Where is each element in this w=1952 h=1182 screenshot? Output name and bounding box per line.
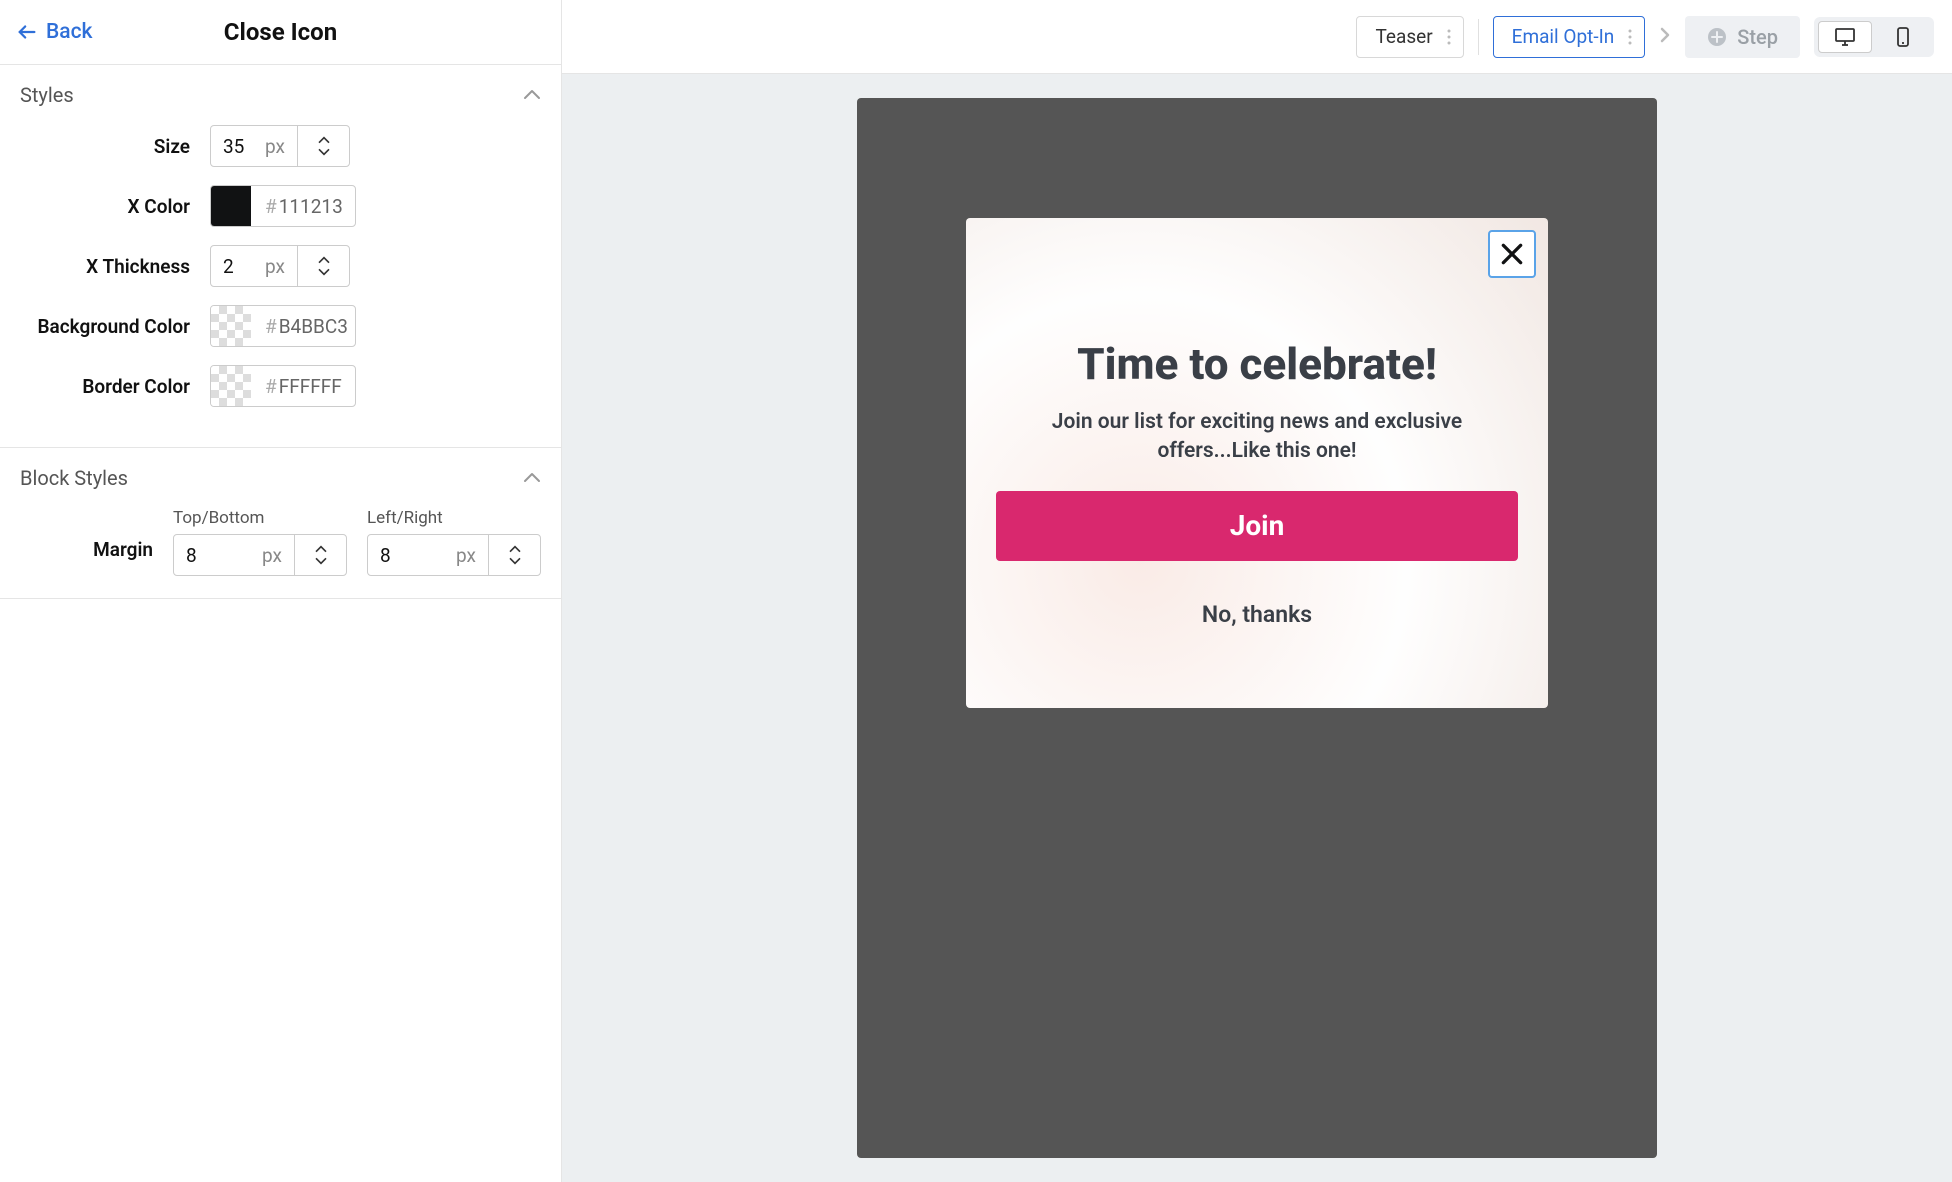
- back-label: Back: [46, 20, 93, 44]
- sidebar-title: Close Icon: [224, 18, 337, 46]
- step-email-optin[interactable]: Email Opt-In: [1493, 16, 1646, 58]
- section-block-styles-body: Margin Top/Bottom 8 px Left/Right 8 px: [0, 508, 561, 598]
- margin-lr-unit: px: [456, 544, 476, 567]
- section-block-styles-header[interactable]: Block Styles: [0, 448, 561, 508]
- section-styles-header[interactable]: Styles: [0, 65, 561, 125]
- device-toggle: [1814, 17, 1934, 57]
- back-button[interactable]: Back: [16, 20, 93, 44]
- topbar: Teaser Email Opt-In Step: [562, 0, 1952, 74]
- margin-tb-label: Top/Bottom: [173, 508, 347, 528]
- close-icon: [1499, 241, 1525, 267]
- field-margin: Margin Top/Bottom 8 px Left/Right 8 px: [20, 508, 541, 576]
- step-teaser[interactable]: Teaser: [1356, 16, 1463, 58]
- x-thickness-unit: px: [265, 255, 285, 278]
- divider: [1478, 19, 1479, 55]
- size-label: Size: [20, 135, 190, 158]
- chevron-up-icon: [507, 545, 523, 555]
- chevron-down-icon: [316, 266, 332, 276]
- popup-join-label: Join: [1230, 509, 1285, 542]
- section-styles: Styles Size 35 px X Color: [0, 65, 561, 448]
- chevron-down-icon: [316, 146, 332, 156]
- margin-tb-group: Top/Bottom 8 px: [173, 508, 347, 576]
- hash-symbol: #: [265, 375, 277, 398]
- hash-symbol: #: [265, 195, 277, 218]
- x-thickness-value: 2: [223, 255, 234, 278]
- settings-sidebar: Back Close Icon Styles Size 35 px: [0, 0, 562, 1182]
- email-optin-label: Email Opt-In: [1512, 25, 1615, 48]
- chevron-down-icon: [313, 555, 329, 565]
- popup-decline-button[interactable]: No, thanks: [996, 601, 1518, 628]
- field-border-color: Border Color #FFFFFF: [20, 365, 541, 407]
- add-step-button[interactable]: Step: [1685, 16, 1800, 58]
- popup-subtitle: Join our list for exciting news and excl…: [996, 408, 1518, 467]
- more-icon[interactable]: [1447, 28, 1451, 46]
- x-color-input[interactable]: #111213: [210, 185, 356, 227]
- popup-join-button[interactable]: Join: [996, 491, 1518, 561]
- add-step-label: Step: [1737, 25, 1778, 49]
- field-bg-color: Background Color #B4BBC3: [20, 305, 541, 347]
- desktop-icon: [1834, 27, 1856, 47]
- x-thickness-label: X Thickness: [20, 255, 190, 278]
- x-color-swatch[interactable]: [211, 186, 251, 226]
- bg-color-label: Background Color: [20, 315, 190, 338]
- popup-decline-label: No, thanks: [1202, 601, 1312, 628]
- margin-lr-value: 8: [380, 544, 391, 567]
- field-size: Size 35 px: [20, 125, 541, 167]
- margin-tb-stepper[interactable]: [294, 535, 346, 575]
- x-color-value: 111213: [279, 195, 343, 218]
- size-unit: px: [265, 135, 285, 158]
- chevron-right-icon: [1659, 26, 1671, 48]
- margin-lr-label: Left/Right: [367, 508, 541, 528]
- x-thickness-stepper[interactable]: [297, 246, 349, 286]
- size-input[interactable]: 35 px: [210, 125, 350, 167]
- section-block-styles-title: Block Styles: [20, 466, 128, 490]
- chevron-down-icon: [507, 555, 523, 565]
- field-x-color: X Color #111213: [20, 185, 541, 227]
- size-value: 35: [223, 135, 244, 158]
- popup-close-button[interactable]: [1488, 230, 1536, 278]
- x-color-label: X Color: [20, 195, 190, 218]
- bg-color-value: B4BBC3: [279, 315, 348, 338]
- border-color-input[interactable]: #FFFFFF: [210, 365, 356, 407]
- margin-label: Margin: [20, 508, 153, 561]
- chevron-up-icon: [316, 256, 332, 266]
- section-styles-title: Styles: [20, 83, 74, 107]
- device-desktop-button[interactable]: [1818, 21, 1872, 53]
- arrow-left-icon: [16, 21, 38, 43]
- margin-lr-stepper[interactable]: [488, 535, 540, 575]
- chevron-up-icon: [316, 136, 332, 146]
- margin-tb-unit: px: [262, 544, 282, 567]
- plus-circle-icon: [1707, 27, 1727, 47]
- section-block-styles: Block Styles Margin Top/Bottom 8 px: [0, 448, 561, 599]
- bg-color-input[interactable]: #B4BBC3: [210, 305, 356, 347]
- section-styles-body: Size 35 px X Color #111213 X Thickness: [0, 125, 561, 447]
- border-color-swatch[interactable]: [211, 366, 251, 406]
- popup-preview: Time to celebrate! Join our list for exc…: [966, 218, 1548, 708]
- preview-panel: Teaser Email Opt-In Step: [562, 0, 1952, 1182]
- field-x-thickness: X Thickness 2 px: [20, 245, 541, 287]
- x-thickness-input[interactable]: 2 px: [210, 245, 350, 287]
- chevron-up-icon: [523, 469, 541, 488]
- chevron-up-icon: [523, 86, 541, 105]
- popup-title: Time to celebrate!: [996, 338, 1518, 390]
- mobile-icon: [1896, 26, 1910, 48]
- border-color-value: FFFFFF: [279, 375, 342, 398]
- margin-lr-group: Left/Right 8 px: [367, 508, 541, 576]
- margin-tb-value: 8: [186, 544, 197, 567]
- canvas-frame: Time to celebrate! Join our list for exc…: [857, 98, 1657, 1158]
- margin-tb-input[interactable]: 8 px: [173, 534, 347, 576]
- more-icon[interactable]: [1628, 28, 1632, 46]
- teaser-label: Teaser: [1375, 25, 1432, 48]
- chevron-up-icon: [313, 545, 329, 555]
- margin-lr-input[interactable]: 8 px: [367, 534, 541, 576]
- device-mobile-button[interactable]: [1876, 21, 1930, 53]
- sidebar-header: Back Close Icon: [0, 0, 561, 65]
- border-color-label: Border Color: [20, 375, 190, 398]
- canvas: Time to celebrate! Join our list for exc…: [562, 74, 1952, 1182]
- hash-symbol: #: [265, 315, 277, 338]
- size-stepper[interactable]: [297, 126, 349, 166]
- bg-color-swatch[interactable]: [211, 306, 251, 346]
